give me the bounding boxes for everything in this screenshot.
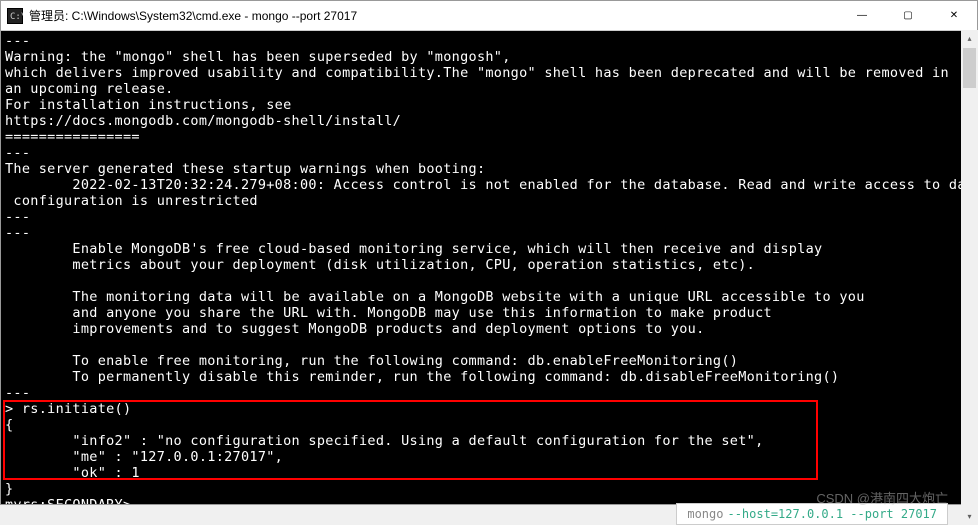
scroll-thumb[interactable] bbox=[963, 48, 976, 88]
status-cmd: mongo bbox=[687, 507, 723, 521]
maximize-button[interactable]: ▢ bbox=[885, 1, 931, 30]
terminal-output: --- Warning: the "mongo" shell has been … bbox=[5, 33, 977, 504]
minimize-button[interactable]: — bbox=[839, 1, 885, 30]
window-controls: — ▢ ✕ bbox=[839, 1, 977, 30]
cmd-icon: C:\ bbox=[7, 8, 23, 24]
terminal-window: C:\ 管理员: C:\Windows\System32\cmd.exe - m… bbox=[0, 0, 978, 505]
titlebar[interactable]: C:\ 管理员: C:\Windows\System32\cmd.exe - m… bbox=[1, 1, 977, 31]
scroll-up-button[interactable]: ▴ bbox=[961, 30, 978, 47]
scrollbar[interactable]: ▴ ▾ bbox=[961, 30, 978, 525]
close-button[interactable]: ✕ bbox=[931, 1, 977, 30]
status-tab: mongo --host=127.0.0.1 --port 27017 bbox=[676, 503, 948, 525]
status-host: --host=127.0.0.1 --port 27017 bbox=[727, 507, 937, 521]
terminal-area[interactable]: --- Warning: the "mongo" shell has been … bbox=[1, 31, 977, 504]
window-title: 管理员: C:\Windows\System32\cmd.exe - mongo… bbox=[29, 7, 839, 24]
svg-text:C:\: C:\ bbox=[10, 12, 23, 22]
scroll-down-button[interactable]: ▾ bbox=[961, 508, 978, 525]
